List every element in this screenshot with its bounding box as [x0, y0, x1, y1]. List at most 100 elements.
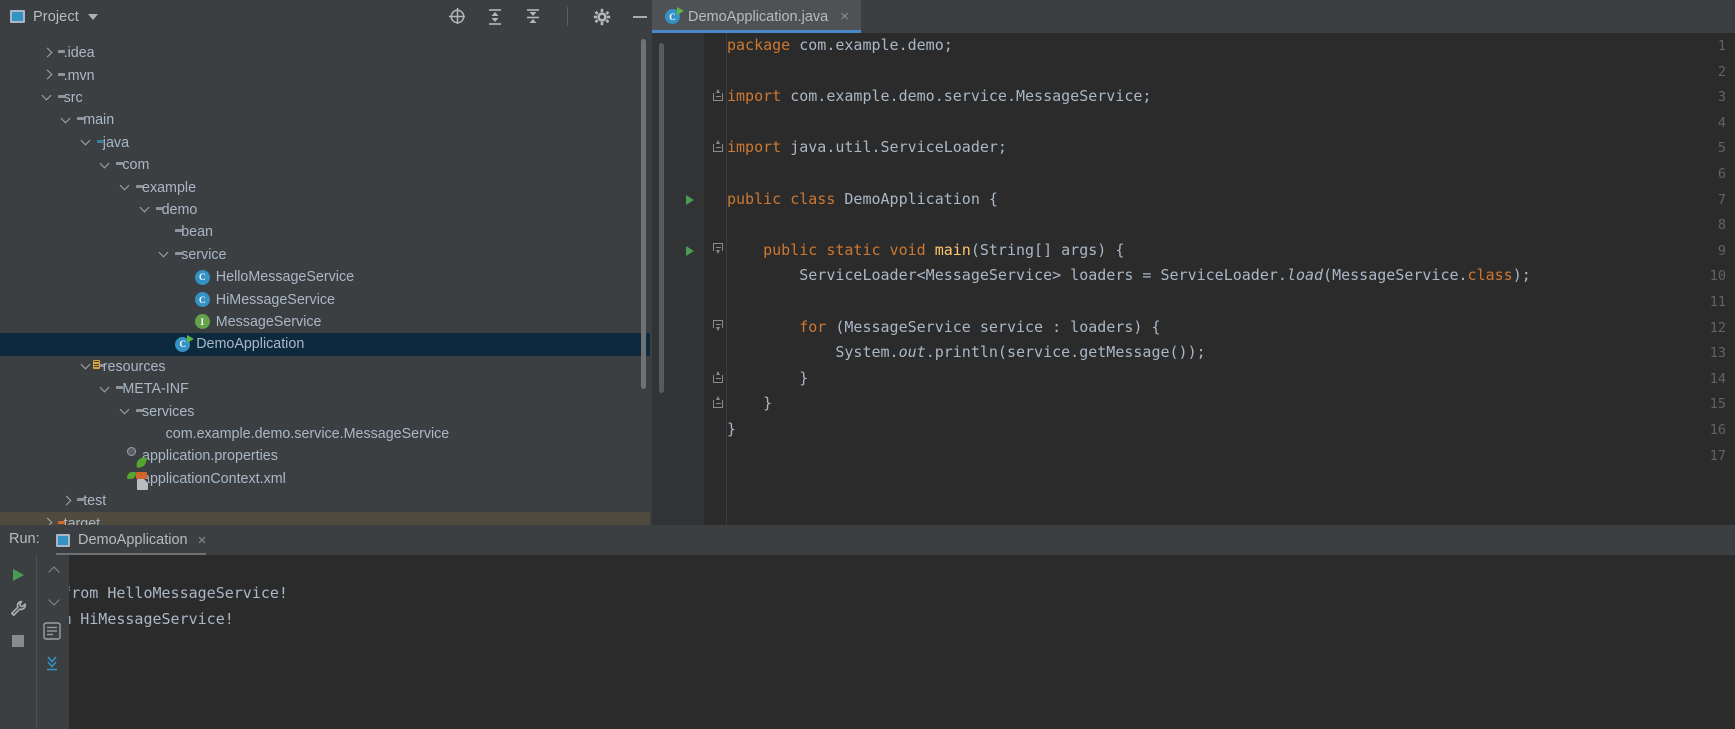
run-gutter-icon[interactable] — [686, 246, 694, 256]
tree-item-label: com.example.demo.service.MessageService — [166, 426, 450, 442]
runnable-class-icon: C — [175, 337, 190, 352]
code-fold-marker[interactable] — [712, 396, 724, 408]
wrench-icon[interactable] — [8, 598, 28, 618]
tree-item[interactable]: com.example.demo.service.MessageService — [0, 423, 650, 445]
tab-label: DemoApplication.java — [688, 9, 828, 25]
run-gutter-icon[interactable] — [686, 195, 694, 205]
code-line[interactable]: package com.example.demo; — [727, 36, 953, 54]
line-number: 5 — [1718, 140, 1726, 156]
line-number: 4 — [1718, 115, 1726, 131]
tree-item[interactable]: applicationContext.xml — [0, 468, 650, 490]
line-number: 9 — [1718, 243, 1726, 259]
code-fold-marker[interactable] — [712, 89, 724, 101]
tree-item[interactable]: CHiMessageService — [0, 288, 650, 310]
indent-guide — [726, 33, 727, 580]
chevron-down-icon[interactable] — [81, 137, 92, 148]
tree-item[interactable]: META-INF — [0, 378, 650, 400]
interface-icon: I — [195, 314, 210, 329]
line-number: 14 — [1710, 371, 1726, 387]
tree-item[interactable]: service — [0, 244, 650, 266]
tree-item[interactable]: bean — [0, 221, 650, 243]
chevron-down-icon[interactable] — [88, 14, 98, 20]
tree-item[interactable]: demo — [0, 199, 650, 221]
close-icon[interactable]: × — [198, 532, 207, 549]
close-icon[interactable]: × — [840, 9, 849, 24]
console-gutter-toolbar — [37, 555, 69, 729]
gear-icon[interactable] — [592, 7, 612, 27]
chevron-down-icon[interactable] — [100, 384, 111, 395]
class-runnable-icon: C — [665, 9, 680, 24]
tree-item-label: MessageService — [216, 314, 322, 330]
code-line[interactable]: } — [727, 369, 808, 387]
run-tab-label: DemoApplication — [78, 532, 188, 548]
run-label: Run: — [9, 531, 40, 547]
run-console[interactable]: D:\JDK1.8\bin\java.exe ... Hello from He… — [0, 555, 1735, 729]
run-tab-demoapplication[interactable]: DemoApplication × — [56, 525, 206, 555]
code-line[interactable]: public class DemoApplication { — [727, 190, 998, 208]
collapse-all-icon[interactable] — [523, 7, 543, 27]
chevron-down-icon[interactable] — [61, 115, 72, 126]
line-number: 15 — [1710, 396, 1726, 412]
run-icon[interactable] — [8, 565, 28, 585]
chevron-right-icon[interactable] — [61, 496, 72, 507]
project-panel-title: Project — [33, 9, 79, 25]
code-line[interactable]: public static void main(String[] args) { — [727, 241, 1124, 259]
chevron-down-icon[interactable] — [140, 204, 151, 215]
stop-icon[interactable] — [8, 631, 28, 651]
project-tree[interactable]: .idea.mvnsrcmainjavacom example demo bean se… — [0, 33, 650, 580]
code-fold-marker[interactable] — [712, 140, 724, 152]
minimize-icon[interactable] — [630, 7, 650, 27]
soft-wrap-icon[interactable] — [42, 621, 62, 641]
tree-spacer — [179, 316, 190, 327]
chevron-down-icon[interactable] — [159, 249, 170, 260]
tree-item[interactable]: C DemoApplication — [0, 333, 650, 355]
editor-vertical-scrollbar[interactable] — [659, 43, 664, 393]
tree-item[interactable]: services — [0, 400, 650, 422]
tree-item-label: example — [142, 180, 196, 196]
tree-item-label: DemoApplication — [196, 336, 304, 352]
tree-item[interactable]: example — [0, 176, 650, 198]
code-line[interactable]: } — [727, 394, 772, 412]
code-fold-marker[interactable] — [712, 243, 724, 255]
tree-item[interactable]: application.properties — [0, 445, 650, 467]
chevron-down-icon[interactable] — [100, 160, 111, 171]
code-line[interactable]: for (MessageService service : loaders) { — [727, 318, 1160, 336]
tree-item[interactable]: I MessageService — [0, 311, 650, 333]
tree-spacer — [159, 339, 170, 350]
tree-item[interactable]: CHelloMessageService — [0, 266, 650, 288]
tree-item-label: test — [83, 493, 106, 509]
locate-icon[interactable] — [447, 7, 467, 27]
run-side-toolbar — [0, 555, 36, 729]
code-fold-marker[interactable] — [712, 371, 724, 383]
chevron-down-icon[interactable] — [120, 406, 131, 417]
tree-item[interactable]: test — [0, 490, 650, 512]
chevron-right-icon[interactable] — [42, 48, 53, 59]
tree-spacer — [159, 227, 170, 238]
code-line[interactable]: ServiceLoader<MessageService> loaders = … — [727, 266, 1531, 284]
code-fold-marker[interactable] — [712, 320, 724, 332]
tree-item-label: application.properties — [142, 448, 278, 464]
tree-item[interactable]: java — [0, 132, 650, 154]
up-arrow-icon[interactable] — [48, 565, 59, 576]
down-arrow-icon[interactable] — [48, 595, 59, 606]
tree-item[interactable]: src — [0, 87, 650, 109]
chevron-down-icon[interactable] — [81, 361, 92, 372]
tree-item[interactable]: com — [0, 154, 650, 176]
chevron-right-icon[interactable] — [42, 70, 53, 81]
code-line[interactable]: import com.example.demo.service.MessageS… — [727, 87, 1151, 105]
tree-item-label: bean — [181, 224, 213, 240]
chevron-down-icon[interactable] — [42, 92, 53, 103]
scroll-to-end-icon[interactable] — [42, 653, 62, 673]
code-line[interactable]: } — [727, 420, 736, 438]
tree-item[interactable]: resources — [0, 356, 650, 378]
code-line[interactable]: System.out.println(service.getMessage())… — [727, 343, 1206, 361]
chevron-down-icon[interactable] — [120, 182, 131, 193]
code-editor[interactable]: 1package com.example.demo;23import com.e… — [652, 33, 1735, 580]
tab-demoapplication-java[interactable]: C DemoApplication.java × — [652, 0, 861, 33]
tree-item[interactable]: .idea — [0, 42, 650, 64]
tree-item[interactable]: .mvn — [0, 64, 650, 86]
tree-item[interactable]: main — [0, 109, 650, 131]
expand-all-icon[interactable] — [485, 7, 505, 27]
code-line[interactable]: import java.util.ServiceLoader; — [727, 138, 1007, 156]
project-tree-scrollbar[interactable] — [641, 39, 646, 389]
